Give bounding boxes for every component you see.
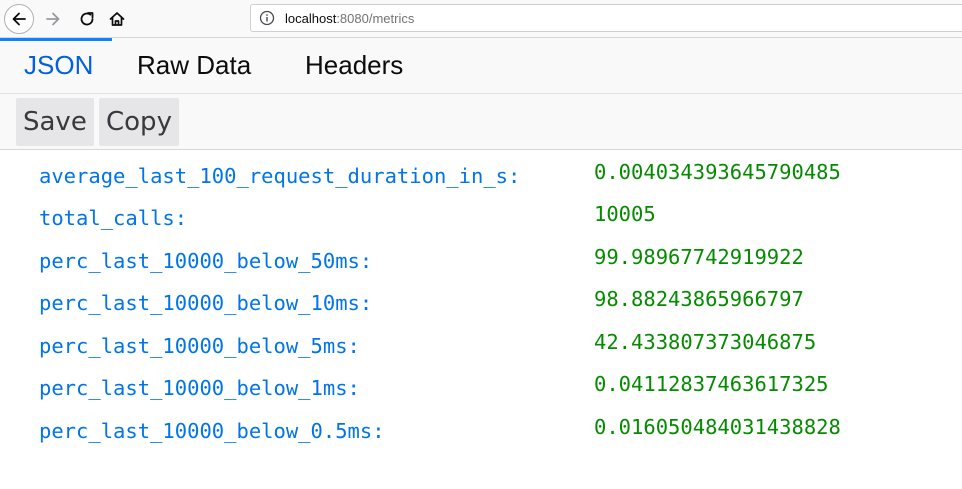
tab-json[interactable]: JSON xyxy=(24,50,93,81)
json-key: total_calls: xyxy=(39,206,188,230)
back-button[interactable] xyxy=(4,4,34,34)
tab-raw-data[interactable]: Raw Data xyxy=(137,50,251,81)
save-button[interactable]: Save xyxy=(16,98,94,146)
json-row: total_calls: 10005 xyxy=(0,192,962,234)
json-key: perc_last_10000_below_0.5ms: xyxy=(39,419,385,443)
json-row: perc_last_10000_below_0.5ms: 0.016050484… xyxy=(0,405,962,447)
viewer-tabs: JSON Raw Data Headers xyxy=(0,38,962,94)
json-key: perc_last_10000_below_5ms: xyxy=(39,334,360,358)
json-key: average_last_100_request_duration_in_s: xyxy=(39,164,521,188)
json-key: perc_last_10000_below_50ms: xyxy=(39,249,373,273)
url-host: localhost xyxy=(285,10,337,26)
json-value: 42.433807373046875 xyxy=(594,330,817,354)
json-row: perc_last_10000_below_10ms: 98.882438659… xyxy=(0,277,962,319)
json-row: average_last_100_request_duration_in_s: … xyxy=(0,150,962,192)
active-tab-indicator xyxy=(0,38,112,41)
json-row: perc_last_10000_below_1ms: 0.04112837463… xyxy=(0,362,962,404)
home-icon xyxy=(109,12,125,26)
viewer-toolbar: Save Copy xyxy=(0,94,962,150)
json-value: 0.016050484031438828 xyxy=(594,415,841,439)
json-value: 0.004034393645790485 xyxy=(594,160,841,184)
tab-headers[interactable]: Headers xyxy=(305,50,403,81)
json-key: perc_last_10000_below_10ms: xyxy=(39,291,373,315)
browser-toolbar: localhost:8080/metrics xyxy=(0,0,962,38)
address-bar[interactable]: localhost:8080/metrics xyxy=(250,4,962,32)
url-text: localhost:8080/metrics xyxy=(285,11,414,26)
home-button[interactable] xyxy=(102,4,132,34)
back-arrow-icon xyxy=(12,12,26,26)
info-icon[interactable] xyxy=(259,10,275,26)
copy-button[interactable]: Copy xyxy=(99,98,179,146)
forward-button[interactable] xyxy=(38,4,68,34)
json-value: 0.04112837463617325 xyxy=(594,372,829,396)
json-value: 10005 xyxy=(594,202,656,226)
reload-button[interactable] xyxy=(72,4,102,34)
json-key: perc_last_10000_below_1ms: xyxy=(39,376,360,400)
json-tree: average_last_100_request_duration_in_s: … xyxy=(0,150,962,489)
json-row: perc_last_10000_below_50ms: 99.989677429… xyxy=(0,235,962,277)
reload-icon xyxy=(80,12,94,26)
url-path: :8080/metrics xyxy=(336,10,415,26)
forward-arrow-icon xyxy=(46,12,60,26)
json-row: perc_last_10000_below_5ms: 42.4338073730… xyxy=(0,320,962,362)
json-value: 98.88243865966797 xyxy=(594,287,804,311)
json-value: 99.98967742919922 xyxy=(594,245,804,269)
